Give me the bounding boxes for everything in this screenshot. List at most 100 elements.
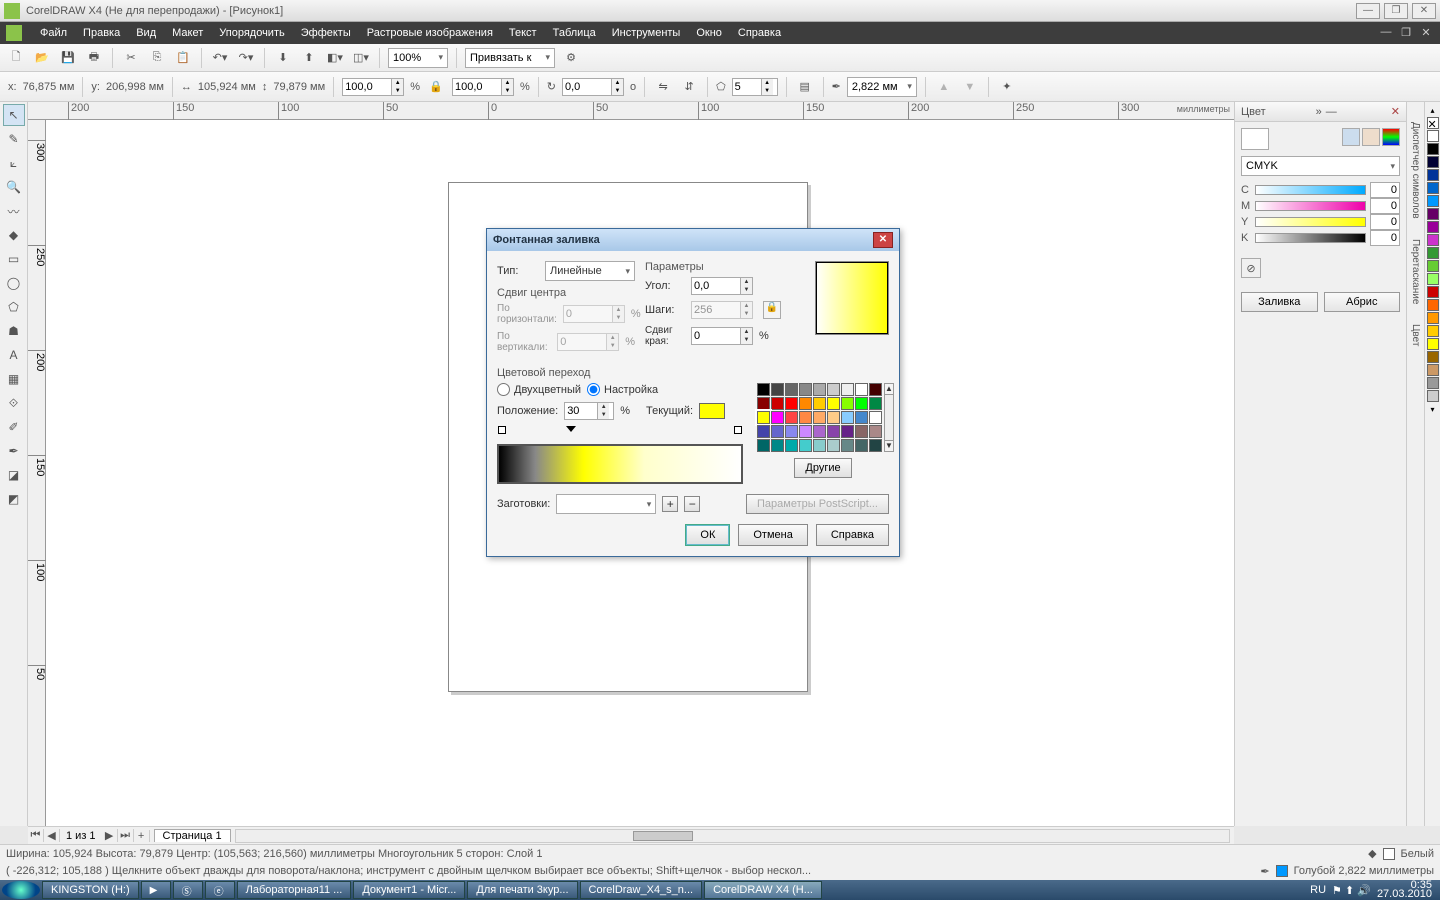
color-mode-icon[interactable] <box>1342 128 1360 146</box>
channel-slider-K[interactable] <box>1255 233 1366 243</box>
angle-dlg-spinner[interactable]: ▲▼ <box>691 277 753 295</box>
palette-cell[interactable] <box>813 383 826 396</box>
copy-icon[interactable]: ⎘ <box>147 48 167 68</box>
color-model-combo[interactable]: CMYK <box>1241 156 1400 176</box>
swatch-up-icon[interactable]: ▴ <box>1430 106 1434 115</box>
task-pdf[interactable]: CorelDraw_X4_s_n... <box>580 881 703 899</box>
polygon-tool[interactable]: ⬠ <box>3 296 25 318</box>
swatch[interactable] <box>1427 247 1439 259</box>
page-add[interactable]: + <box>134 830 150 842</box>
table-tool[interactable]: ▦ <box>3 368 25 390</box>
palette-cell[interactable] <box>855 425 868 438</box>
redo-icon[interactable]: ↷▾ <box>236 48 256 68</box>
preset-remove[interactable]: − <box>684 496 700 512</box>
swatch-down-icon[interactable]: ▾ <box>1430 405 1434 414</box>
convert-curves-icon[interactable]: ✦ <box>997 77 1017 97</box>
palette-cell[interactable] <box>813 425 826 438</box>
gradient-bar[interactable] <box>497 444 743 484</box>
palette-cell[interactable] <box>869 439 882 452</box>
interactive-fill-tool[interactable]: ◩ <box>3 488 25 510</box>
shape-tool[interactable]: ✎ <box>3 128 25 150</box>
others-button[interactable]: Другие <box>794 458 851 478</box>
palette-cell[interactable] <box>841 411 854 424</box>
swatch[interactable] <box>1427 260 1439 272</box>
text-tool[interactable]: A <box>3 344 25 366</box>
palette-cell[interactable] <box>771 383 784 396</box>
gradient-marker-end[interactable] <box>734 426 742 434</box>
custom-radio[interactable]: Настройка <box>587 383 658 396</box>
palette-cell[interactable] <box>757 383 770 396</box>
task-ie[interactable]: ⓔ <box>205 881 235 899</box>
palette-cell[interactable] <box>855 383 868 396</box>
to-back-icon[interactable]: ▼ <box>960 77 980 97</box>
fill-tool[interactable]: ◪ <box>3 464 25 486</box>
import-icon[interactable]: ⬇ <box>273 48 293 68</box>
palette-cell[interactable] <box>813 411 826 424</box>
horizontal-scrollbar[interactable] <box>235 829 1230 843</box>
docker-tab-drag[interactable]: Перетаскание <box>1410 239 1421 304</box>
palette-cell[interactable] <box>841 383 854 396</box>
page-prev[interactable]: ◀ <box>44 829 60 842</box>
palette-cell[interactable] <box>841 397 854 410</box>
palette-scrollbar[interactable] <box>884 395 894 440</box>
palette-cell[interactable] <box>841 439 854 452</box>
swatch[interactable] <box>1427 234 1439 246</box>
swatch[interactable] <box>1427 390 1439 402</box>
menu-edit[interactable]: Правка <box>75 27 128 39</box>
channel-slider-C[interactable] <box>1255 185 1366 195</box>
palette-cell[interactable] <box>869 397 882 410</box>
minimize-button[interactable]: — <box>1356 3 1380 19</box>
palette-cell[interactable] <box>799 411 812 424</box>
palette-cell[interactable] <box>827 425 840 438</box>
app-menu-icon[interactable] <box>6 25 22 41</box>
palette-cell[interactable] <box>771 425 784 438</box>
tray-icons[interactable]: ⚑ ⬆ 🔊 <box>1332 884 1371 897</box>
palette-cell[interactable] <box>813 439 826 452</box>
palette-cell[interactable] <box>771 397 784 410</box>
swatch[interactable] <box>1427 130 1439 142</box>
menu-arrange[interactable]: Упорядочить <box>211 27 292 39</box>
ok-button[interactable]: ОК <box>685 524 730 546</box>
color-palette-icon[interactable] <box>1382 128 1400 146</box>
eyedropper-tool[interactable]: ✐ <box>3 416 25 438</box>
color-blend-icon[interactable] <box>1362 128 1380 146</box>
mirror-h-icon[interactable]: ⇋ <box>653 77 673 97</box>
scale-y-spinner[interactable]: ▲▼ <box>452 78 514 96</box>
preset-add[interactable]: + <box>662 496 678 512</box>
palette-cell[interactable] <box>799 439 812 452</box>
palette-scroll-down[interactable]: ▼ <box>884 440 894 452</box>
mdi-restore[interactable]: ❐ <box>1398 26 1414 40</box>
help-button[interactable]: Справка <box>816 524 889 546</box>
docker-tab-symbols[interactable]: Диспетчер символов <box>1410 122 1421 219</box>
presets-combo[interactable] <box>556 494 656 514</box>
palette-cell[interactable] <box>799 397 812 410</box>
paste-icon[interactable]: 📋 <box>173 48 193 68</box>
scale-x-spinner[interactable]: ▲▼ <box>342 78 404 96</box>
palette-cell[interactable] <box>813 397 826 410</box>
swatch[interactable] <box>1427 221 1439 233</box>
system-tray[interactable]: RU ⚑ ⬆ 🔊 0:3527.03.2010 <box>1304 881 1438 899</box>
swatch[interactable] <box>1427 377 1439 389</box>
panel-collapse-icon[interactable]: » <box>1316 106 1322 118</box>
no-fill-swatch[interactable]: ✕ <box>1427 117 1439 129</box>
type-combo[interactable]: Линейные <box>545 261 635 281</box>
mdi-close[interactable]: ✕ <box>1418 26 1434 40</box>
palette-cell[interactable] <box>771 411 784 424</box>
channel-input-K[interactable] <box>1370 230 1400 246</box>
palette-cell[interactable] <box>785 411 798 424</box>
fill-button[interactable]: Заливка <box>1241 292 1318 312</box>
palette-scroll-up[interactable]: ▲ <box>884 383 894 395</box>
task-word1[interactable]: Лабораторная11 ... <box>237 881 352 899</box>
task-word2[interactable]: Документ1 - Micr... <box>353 881 465 899</box>
docker-tab-color[interactable]: Цвет <box>1410 324 1421 346</box>
swatch[interactable] <box>1427 156 1439 168</box>
menu-text[interactable]: Текст <box>501 27 545 39</box>
swatch[interactable] <box>1427 351 1439 363</box>
page-first[interactable]: ⏮ <box>28 829 44 842</box>
menu-layout[interactable]: Макет <box>164 27 211 39</box>
dialog-titlebar[interactable]: Фонтанная заливка ✕ <box>487 229 899 251</box>
interactive-tool[interactable]: ⟐ <box>3 392 25 414</box>
outline-swatch[interactable] <box>1276 865 1288 877</box>
outline-tool[interactable]: ✒ <box>3 440 25 462</box>
position-spinner[interactable]: ▲▼ <box>564 402 614 420</box>
